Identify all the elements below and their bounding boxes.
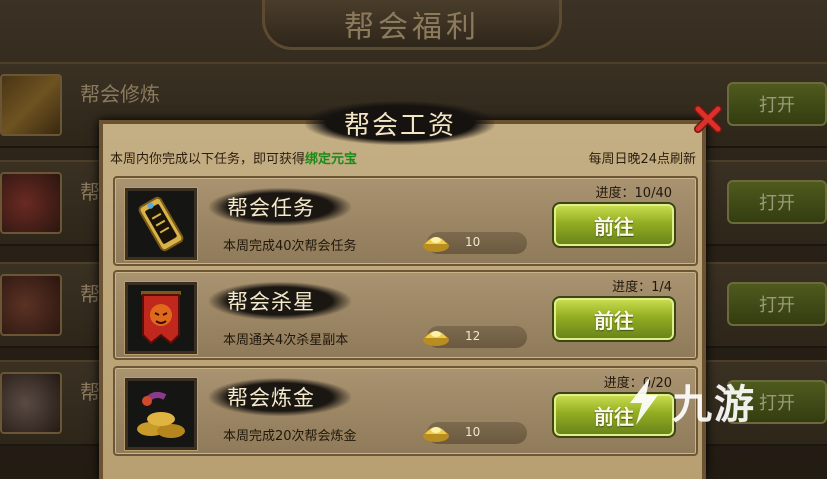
task-row: 帮会炼金 本周完成20次帮会炼金 10 进度：0/20 前往 <box>113 366 698 456</box>
cloud-ornament-icon <box>0 372 62 434</box>
info-text-main: 本周内你完成以下任务，即可获得 <box>110 152 306 167</box>
info-text: 本周内你完成以下任务，即可获得绑定元宝 <box>110 148 357 167</box>
background-title-banner: 帮会福利 <box>262 0 562 50</box>
task-name: 帮会杀星 <box>227 290 315 314</box>
gold-ingot-icon <box>423 237 449 252</box>
background-row-name: 帮会修炼 <box>80 82 160 106</box>
bound-ingot-highlight: 绑定元宝 <box>305 152 358 167</box>
task-description: 本周完成40次帮会任务 <box>223 239 357 254</box>
reward-amount: 12 <box>465 329 481 343</box>
dialog-title-banner: 帮会工资 <box>305 101 495 145</box>
open-button[interactable]: 打开 <box>727 82 827 126</box>
task-progress: 进度：1/4 <box>612 280 672 295</box>
treasure-icon <box>0 274 62 336</box>
task-progress: 进度：10/40 <box>595 186 672 201</box>
task-description: 本周完成20次帮会炼金 <box>223 429 357 444</box>
open-button[interactable]: 打开 <box>727 180 827 224</box>
watermark-text: 九游 <box>672 382 756 428</box>
reward-amount: 10 <box>465 425 481 439</box>
open-button[interactable]: 打开 <box>727 282 827 326</box>
dialog-title: 帮会工资 <box>343 110 456 141</box>
task-name: 帮会炼金 <box>227 386 315 410</box>
refresh-text: 每周日晚24点刷新 <box>588 152 696 167</box>
task-name: 帮会任务 <box>227 196 315 220</box>
go-button[interactable]: 前往 <box>552 296 676 342</box>
reward-amount: 10 <box>465 235 481 249</box>
close-button[interactable] <box>693 104 723 134</box>
background-row-name: 帮 <box>80 180 100 204</box>
background-title: 帮会福利 <box>344 9 480 45</box>
gold-ingots-icon <box>125 378 197 450</box>
watermark: 九游 <box>620 372 756 430</box>
gold-ingot-icon <box>423 427 449 442</box>
gift-box-icon <box>0 172 62 234</box>
nine-game-logo-icon <box>630 377 658 425</box>
cultivation-icon <box>0 74 62 136</box>
task-row: 帮会任务 本周完成40次帮会任务 10 进度：10/40 前往 <box>113 176 698 266</box>
close-icon <box>694 105 722 133</box>
background-row-name: 帮 <box>80 380 100 404</box>
guild-token-icon <box>125 188 197 260</box>
gold-ingot-icon <box>423 331 449 346</box>
go-button[interactable]: 前往 <box>552 202 676 248</box>
task-description: 本周通关4次杀星副本 <box>223 333 349 348</box>
background-row-name: 帮 <box>80 282 100 306</box>
red-banner-icon <box>125 282 197 354</box>
task-row: 帮会杀星 本周通关4次杀星副本 12 进度：1/4 前往 <box>113 270 698 360</box>
